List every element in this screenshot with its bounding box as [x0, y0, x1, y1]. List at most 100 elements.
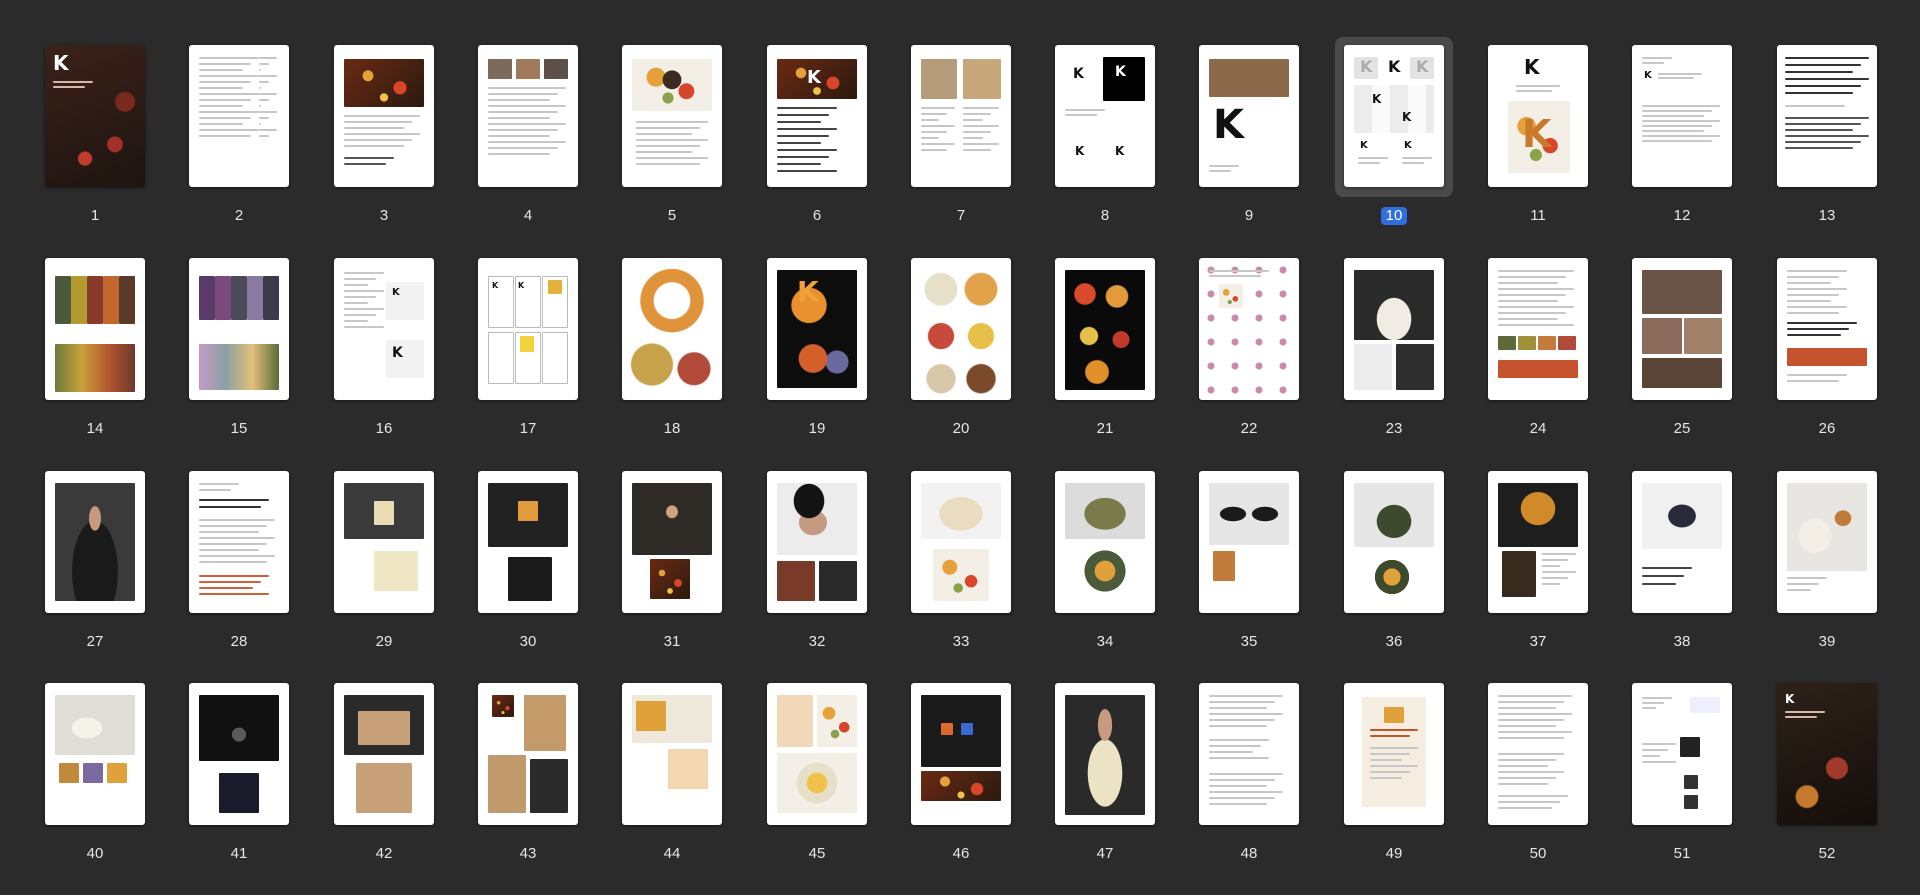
page-thumbnail[interactable]: 26: [1768, 250, 1908, 455]
page-thumbnail[interactable]: 39: [1768, 463, 1908, 668]
page-preview[interactable]: [1199, 683, 1299, 825]
page-preview[interactable]: [622, 45, 722, 187]
page-thumbnail[interactable]: 36: [1335, 463, 1475, 668]
page-preview[interactable]: [189, 683, 289, 825]
page-thumbnail[interactable]: 47: [1046, 675, 1186, 880]
page-preview[interactable]: [189, 471, 289, 613]
page-preview[interactable]: [622, 683, 722, 825]
page-thumbnail[interactable]: 38: [1623, 463, 1763, 668]
page-preview[interactable]: [1777, 45, 1877, 187]
page-preview[interactable]: [911, 683, 1011, 825]
page-preview[interactable]: [911, 258, 1011, 400]
page-thumbnail[interactable]: K6: [758, 37, 898, 242]
page-preview[interactable]: [1488, 683, 1588, 825]
page-preview[interactable]: [1199, 258, 1299, 400]
page-preview[interactable]: [911, 45, 1011, 187]
page-preview[interactable]: [45, 471, 145, 613]
page-thumbnail[interactable]: 32: [758, 463, 898, 668]
page-thumbnail[interactable]: 14: [36, 250, 176, 455]
page-preview[interactable]: [1777, 471, 1877, 613]
page-preview[interactable]: K K K K: [1055, 45, 1155, 187]
page-preview[interactable]: [1199, 471, 1299, 613]
page-thumbnail[interactable]: 23: [1335, 250, 1475, 455]
page-thumbnail[interactable]: 29: [325, 463, 465, 668]
page-preview[interactable]: K: [45, 45, 145, 187]
page-preview[interactable]: [1632, 471, 1732, 613]
page-thumbnail[interactable]: K 12: [1623, 37, 1763, 242]
page-preview[interactable]: [45, 683, 145, 825]
page-preview[interactable]: K: [1199, 45, 1299, 187]
page-thumbnail[interactable]: 49: [1335, 675, 1475, 880]
page-thumbnail[interactable]: 30: [469, 463, 609, 668]
page-thumbnail[interactable]: 35: [1190, 463, 1330, 668]
page-preview[interactable]: [478, 683, 578, 825]
page-thumbnail[interactable]: 43: [469, 675, 609, 880]
page-preview[interactable]: [1488, 471, 1588, 613]
page-thumbnail[interactable]: 45: [758, 675, 898, 880]
page-thumbnail[interactable]: K1: [36, 37, 176, 242]
page-thumbnail[interactable]: 25: [1623, 250, 1763, 455]
page-preview[interactable]: KK: [1488, 45, 1588, 187]
page-thumbnail[interactable]: K 19: [758, 250, 898, 455]
page-thumbnail[interactable]: 22: [1190, 250, 1330, 455]
page-preview[interactable]: K: [767, 45, 867, 187]
page-preview[interactable]: [767, 683, 867, 825]
page-preview[interactable]: [1344, 683, 1444, 825]
page-thumbnail[interactable]: 50: [1479, 675, 1619, 880]
page-preview[interactable]: [1055, 471, 1155, 613]
page-preview[interactable]: K: [1632, 45, 1732, 187]
page-thumbnail[interactable]: K9: [1190, 37, 1330, 242]
page-thumbnail[interactable]: 34: [1046, 463, 1186, 668]
page-preview[interactable]: [1488, 258, 1588, 400]
page-thumbnail[interactable]: 40: [36, 675, 176, 880]
page-thumbnail[interactable]: 13: [1768, 37, 1908, 242]
page-preview[interactable]: KKKKKKK: [1344, 45, 1444, 187]
page-preview[interactable]: [622, 258, 722, 400]
page-thumbnail[interactable]: 31: [613, 463, 753, 668]
page-thumbnail[interactable]: 27: [36, 463, 176, 668]
page-preview[interactable]: [478, 471, 578, 613]
page-thumbnail[interactable]: 20: [902, 250, 1042, 455]
page-preview[interactable]: [1632, 683, 1732, 825]
page-preview[interactable]: KK: [334, 258, 434, 400]
page-preview[interactable]: [911, 471, 1011, 613]
page-thumbnail[interactable]: 4: [469, 37, 609, 242]
page-preview[interactable]: [478, 45, 578, 187]
page-preview[interactable]: [189, 258, 289, 400]
page-thumbnail[interactable]: 48: [1190, 675, 1330, 880]
page-thumbnail[interactable]: 24: [1479, 250, 1619, 455]
page-preview[interactable]: [334, 471, 434, 613]
page-preview[interactable]: [1632, 258, 1732, 400]
page-preview[interactable]: [1055, 683, 1155, 825]
page-thumbnail[interactable]: 21: [1046, 250, 1186, 455]
page-preview[interactable]: [1777, 258, 1877, 400]
page-preview[interactable]: [189, 45, 289, 187]
page-preview[interactable]: [622, 471, 722, 613]
page-thumbnail[interactable]: 41: [180, 675, 320, 880]
page-preview[interactable]: K: [1777, 683, 1877, 825]
page-thumbnail[interactable]: 2: [180, 37, 320, 242]
page-thumbnail[interactable]: K K 17: [469, 250, 609, 455]
page-preview[interactable]: K: [767, 258, 867, 400]
page-thumbnail[interactable]: 37: [1479, 463, 1619, 668]
page-thumbnail[interactable]: 28: [180, 463, 320, 668]
page-preview[interactable]: [45, 258, 145, 400]
page-thumbnail[interactable]: 3: [325, 37, 465, 242]
page-preview[interactable]: [334, 683, 434, 825]
page-thumbnail[interactable]: 5: [613, 37, 753, 242]
page-thumbnail[interactable]: 42: [325, 675, 465, 880]
page-preview[interactable]: KK: [478, 258, 578, 400]
page-thumbnail[interactable]: K K K K K K K 10: [1335, 37, 1475, 242]
page-thumbnail[interactable]: 18: [613, 250, 753, 455]
page-thumbnail[interactable]: 33: [902, 463, 1042, 668]
page-thumbnail[interactable]: K K K K 8: [1046, 37, 1186, 242]
page-thumbnail[interactable]: K K 11: [1479, 37, 1619, 242]
page-preview[interactable]: [1344, 258, 1444, 400]
page-thumbnail[interactable]: 15: [180, 250, 320, 455]
page-thumbnail[interactable]: K K 16: [325, 250, 465, 455]
page-thumbnail[interactable]: 7: [902, 37, 1042, 242]
page-thumbnail[interactable]: 46: [902, 675, 1042, 880]
page-preview[interactable]: [334, 45, 434, 187]
page-thumbnail[interactable]: 51: [1623, 675, 1763, 880]
page-preview[interactable]: [767, 471, 867, 613]
